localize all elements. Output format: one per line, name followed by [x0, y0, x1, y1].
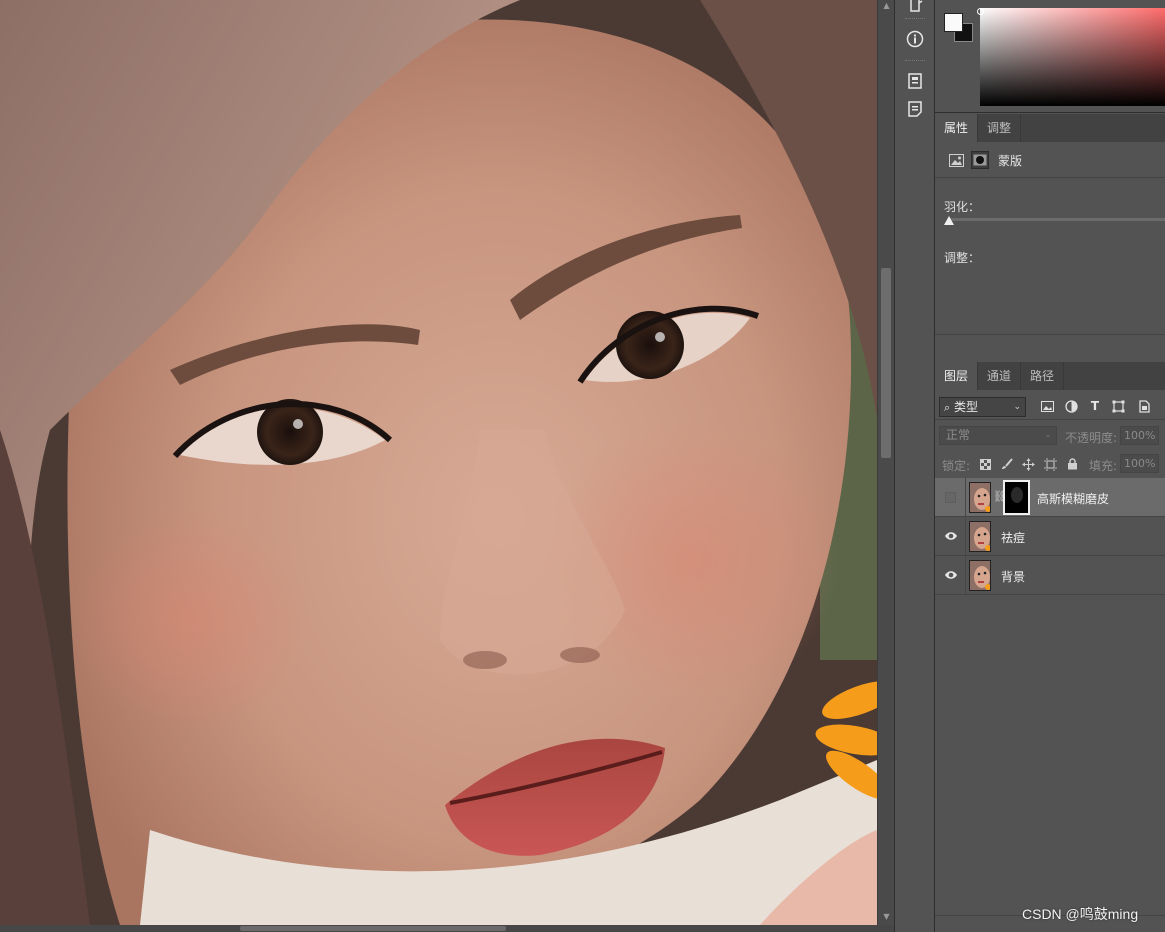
lock-all-icon[interactable]	[1065, 457, 1079, 471]
tab-properties[interactable]: 属性	[935, 114, 979, 142]
layer-filter-dropdown[interactable]: ⌕ 类型 ⌄	[939, 397, 1026, 417]
chevron-down-icon: ⌄	[1013, 402, 1021, 412]
shape-filter-icon[interactable]	[1110, 398, 1126, 414]
layers-panel: 图层 通道 路径 ⌕ 类型 ⌄ T 正常 ⌄ 不透明度: 100% 锁定: 填充…	[935, 362, 1165, 932]
opacity-label: 不透明度:	[1065, 431, 1118, 445]
blend-mode-dropdown[interactable]: 正常 ⌄	[939, 426, 1057, 445]
smart-object-filter-icon[interactable]	[1136, 398, 1152, 414]
watermark: CSDN @鸣鼓ming	[1022, 906, 1139, 922]
divider	[965, 517, 966, 556]
tab-adjustments[interactable]: 调整	[978, 114, 1022, 142]
panel-grip[interactable]	[905, 60, 925, 62]
panel-grip[interactable]	[905, 18, 925, 20]
blend-mode-value: 正常	[946, 428, 971, 442]
image-filter-icon[interactable]	[1039, 398, 1055, 414]
lock-label: 锁定:	[942, 459, 971, 473]
scroll-down-arrow[interactable]: ▼	[878, 911, 895, 923]
visibility-toggle-off[interactable]	[945, 492, 956, 503]
canvas-horizontal-scrollbar[interactable]	[0, 925, 894, 932]
layer-name[interactable]: 高斯模糊磨皮	[1037, 490, 1109, 507]
color-spectrum[interactable]	[980, 8, 1165, 106]
fill-label: 填充:	[1089, 459, 1118, 473]
color-picker-handle[interactable]	[977, 8, 984, 15]
layer-mask-thumbnail[interactable]	[1003, 480, 1030, 515]
layer-filter-bar: ⌕ 类型 ⌄ T	[935, 390, 1165, 420]
layer-name[interactable]: 背景	[1001, 568, 1025, 585]
lock-artboard-icon[interactable]	[1043, 457, 1057, 471]
properties-header: 蒙版	[935, 142, 1165, 178]
layer-thumbnail	[969, 521, 991, 552]
layer-row-background[interactable]: 背景	[935, 556, 1165, 595]
type-filter-icon[interactable]: T	[1087, 398, 1103, 414]
mask-title: 蒙版	[998, 154, 1023, 168]
eye-icon[interactable]	[944, 529, 958, 543]
feather-slider-track[interactable]	[949, 218, 1165, 221]
adjustment-filter-icon[interactable]	[1063, 398, 1079, 414]
lock-position-icon[interactable]	[1021, 457, 1035, 471]
feather-slider-thumb[interactable]	[944, 216, 954, 225]
lock-row: 锁定: 填充: 100%	[935, 452, 1165, 476]
photo-image	[0, 0, 877, 925]
blend-row: 正常 ⌄ 不透明度: 100%	[935, 424, 1165, 448]
panel-icon-strip	[894, 0, 935, 932]
search-icon: ⌕	[944, 401, 951, 414]
fill-field[interactable]: 100%	[1120, 454, 1159, 473]
layer-thumbnail	[969, 482, 991, 513]
opacity-field[interactable]: 100%	[1120, 426, 1159, 445]
info-icon[interactable]	[902, 26, 928, 52]
vector-mask-icon[interactable]	[971, 151, 989, 169]
filter-kind-value: 类型	[954, 400, 979, 414]
color-panel	[935, 0, 1165, 113]
properties-icon[interactable]	[902, 68, 928, 94]
feather-label: 羽化：	[944, 200, 981, 214]
document-canvas[interactable]	[0, 0, 877, 925]
notes-icon[interactable]	[902, 96, 928, 122]
adjust-label: 调整：	[944, 251, 981, 265]
properties-panel: 属性 调整 蒙版 羽化： 调整：	[935, 114, 1165, 360]
layers-tabbar: 图层 通道 路径	[935, 362, 1165, 390]
history-icon[interactable]	[902, 0, 928, 18]
scroll-up-arrow[interactable]: ▲	[878, 0, 895, 12]
properties-tabbar: 属性 调整	[935, 114, 1165, 142]
layer-row-gaussian-blur[interactable]: ⛓ 高斯模糊磨皮	[935, 478, 1165, 517]
tab-paths[interactable]: 路径	[1021, 362, 1065, 390]
tab-layers[interactable]: 图层	[935, 362, 979, 390]
right-panel-dock: 属性 调整 蒙版 羽化： 调整： 图层 通道 路径 ⌕ 类型 ⌄ T 正常 ⌄ …	[935, 0, 1165, 932]
tab-channels[interactable]: 通道	[978, 362, 1022, 390]
lock-transparent-pixels-icon[interactable]	[978, 457, 992, 471]
divider	[935, 334, 1165, 335]
divider	[965, 556, 966, 595]
horizontal-scroll-thumb[interactable]	[240, 926, 506, 931]
chevron-down-icon: ⌄	[1044, 430, 1052, 440]
vertical-scroll-thumb[interactable]	[881, 268, 891, 458]
canvas-vertical-scrollbar[interactable]: ▲ ▼	[877, 0, 894, 925]
layer-row-acne-removal[interactable]: 祛痘	[935, 517, 1165, 556]
divider	[965, 478, 966, 517]
layer-thumbnail	[969, 560, 991, 591]
foreground-color-swatch[interactable]	[944, 13, 963, 32]
pixel-mask-icon[interactable]	[947, 151, 965, 169]
eye-icon[interactable]	[944, 568, 958, 582]
lock-image-pixels-icon[interactable]	[1000, 457, 1014, 471]
layer-name[interactable]: 祛痘	[1001, 529, 1025, 546]
